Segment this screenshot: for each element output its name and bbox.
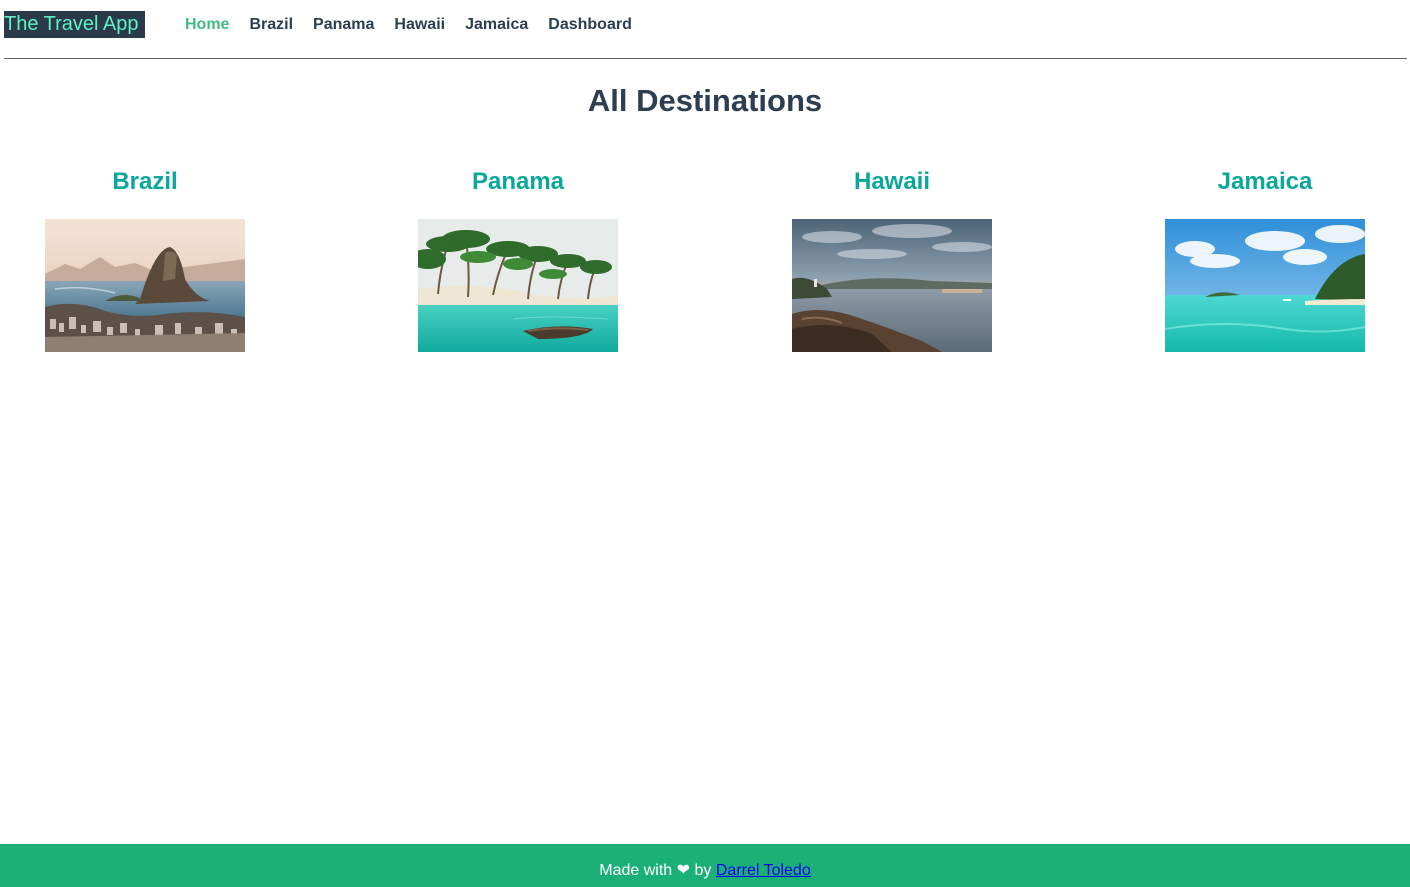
nav-link-brazil[interactable]: Brazil	[249, 14, 293, 36]
top-navbar: The Travel App Home Brazil Panama Hawaii…	[4, 0, 1407, 59]
nav-link-home[interactable]: Home	[185, 14, 229, 36]
page-title: All Destinations	[587, 83, 823, 118]
nav-link-panama[interactable]: Panama	[313, 14, 374, 36]
nav-link-jamaica[interactable]: Jamaica	[465, 14, 528, 36]
destination-image-brazil[interactable]	[45, 219, 245, 352]
footer-by-text: by	[694, 862, 712, 879]
nav-link-hawaii[interactable]: Hawaii	[394, 14, 445, 36]
main-nav: Home Brazil Panama Hawaii Jamaica Dashbo…	[185, 14, 632, 36]
heart-icon: ❤	[676, 862, 691, 879]
destination-image-jamaica[interactable]	[1165, 219, 1365, 352]
destination-card-panama[interactable]: Panama	[393, 164, 643, 352]
brand-logo-link[interactable]: The Travel App	[4, 11, 145, 38]
rio-de-janeiro-sugarloaf-photo	[45, 219, 245, 352]
destination-image-hawaii[interactable]	[792, 219, 992, 352]
palm-beach-canoe-photo	[418, 219, 618, 352]
destination-card-brazil[interactable]: Brazil	[20, 164, 270, 352]
footer: Made with ❤ by Darrel Toledo	[0, 844, 1410, 887]
rocky-coast-sunset-photo	[792, 219, 992, 352]
footer-made-with-text: Made with	[599, 862, 673, 879]
destination-card-jamaica[interactable]: Jamaica	[1140, 164, 1390, 352]
destination-title[interactable]: Jamaica	[1140, 164, 1390, 200]
destinations-list: Brazil Panama Hawaii Jamaica	[0, 164, 1410, 364]
author-link[interactable]: Darrel Toledo	[716, 862, 811, 879]
destination-title[interactable]: Brazil	[20, 164, 270, 200]
destination-card-hawaii[interactable]: Hawaii	[767, 164, 1017, 352]
destination-title[interactable]: Panama	[393, 164, 643, 200]
page: The Travel App Home Brazil Panama Hawaii…	[0, 0, 1410, 887]
destination-title[interactable]: Hawaii	[767, 164, 1017, 200]
turquoise-lagoon-island-photo	[1165, 219, 1365, 352]
destination-image-panama[interactable]	[418, 219, 618, 352]
nav-link-dashboard[interactable]: Dashboard	[548, 14, 632, 36]
